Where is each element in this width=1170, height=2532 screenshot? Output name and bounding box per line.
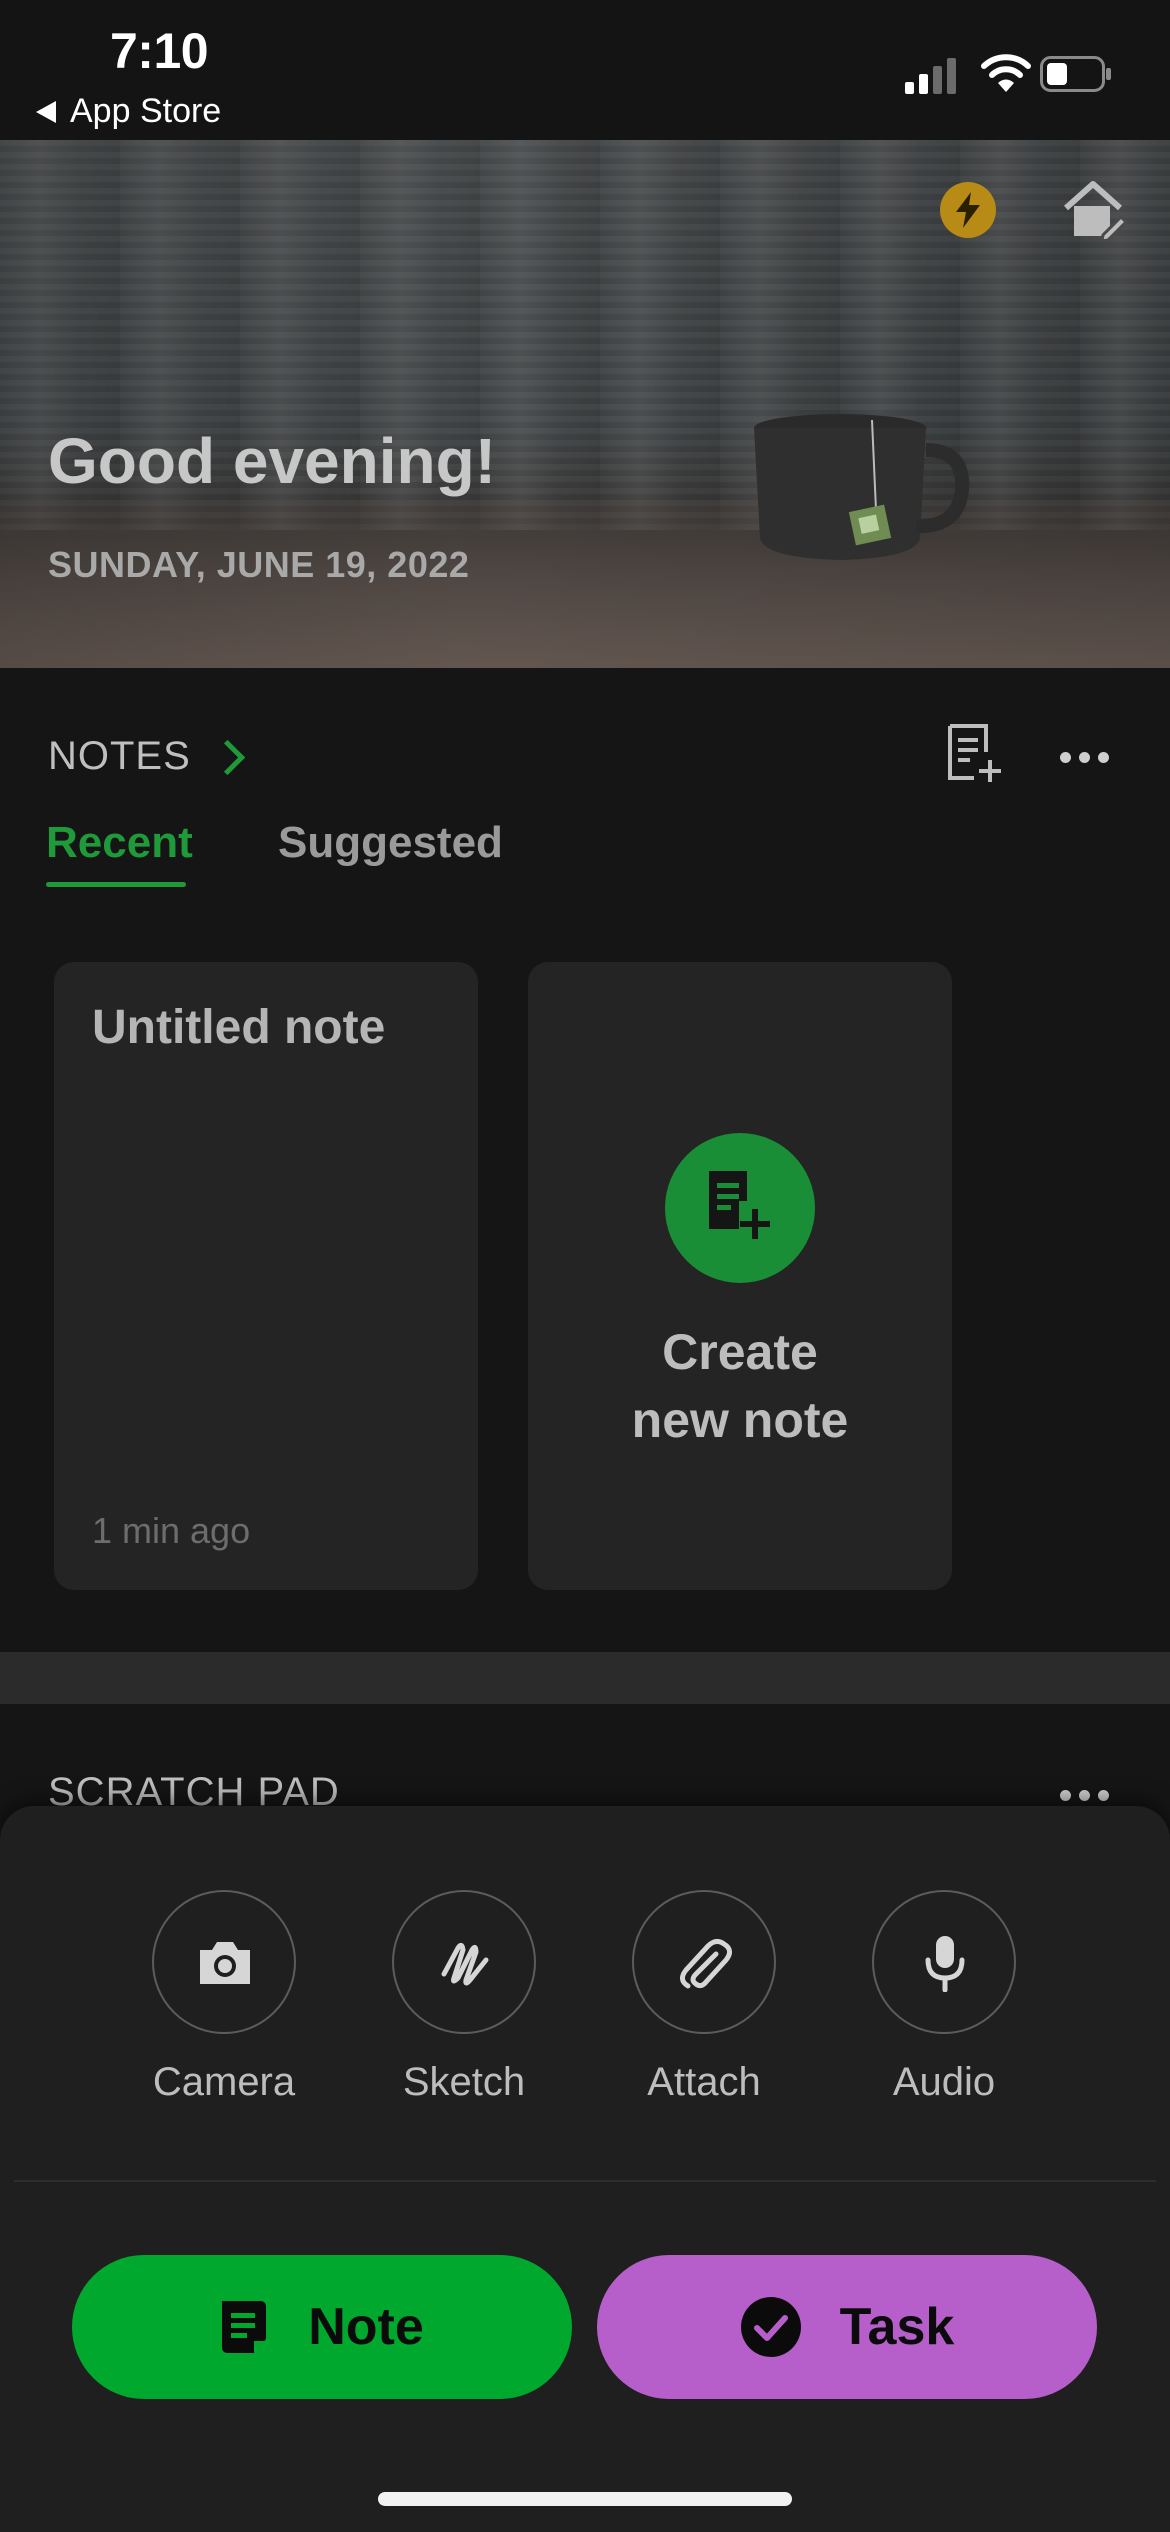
back-label: App Store <box>70 92 222 130</box>
hero-banner <box>0 140 1170 668</box>
create-note-label: Create new note <box>631 1324 849 1448</box>
chevron-right-icon <box>209 739 245 776</box>
note-icon <box>222 2301 267 2353</box>
back-to-app-store[interactable]: App Store <box>36 92 221 131</box>
new-task-label: Task <box>839 2298 955 2356</box>
audio-button[interactable] <box>872 1890 1016 2034</box>
tab-suggested[interactable]: Suggested <box>278 818 503 868</box>
upgrade-bolt-icon[interactable] <box>940 182 996 238</box>
attach-label: Attach <box>647 2060 761 2104</box>
scratch-more-icon[interactable] <box>1060 1790 1109 1801</box>
new-note-icon[interactable] <box>944 722 1004 784</box>
sheet-separator <box>14 2180 1156 2182</box>
camera-icon <box>200 1942 250 1984</box>
customize-home-icon[interactable] <box>1060 176 1130 246</box>
microphone-icon <box>925 1936 965 1992</box>
audio-label: Audio <box>892 2060 996 2104</box>
tab-recent[interactable]: Recent <box>46 818 193 868</box>
sketch-label: Sketch <box>402 2060 526 2104</box>
paperclip-icon <box>680 1938 732 1989</box>
note-card-title: Untitled note <box>92 1001 386 1054</box>
notes-more-icon[interactable] <box>1060 752 1109 763</box>
attach-button[interactable] <box>632 1890 776 2034</box>
home-indicator[interactable] <box>378 2492 792 2506</box>
new-note-label: Note <box>308 2298 424 2356</box>
note-card[interactable] <box>54 962 478 1590</box>
mug-image <box>754 414 970 560</box>
tab-active-indicator <box>46 882 186 887</box>
battery-icon <box>1040 56 1111 92</box>
camera-label: Camera <box>152 2060 296 2104</box>
checkmark-circle-icon <box>740 2297 801 2357</box>
new-note-button[interactable]: Note <box>72 2255 572 2399</box>
note-card-time: 1 min ago <box>92 1510 251 1551</box>
sketch-button[interactable] <box>392 1890 536 2034</box>
date-text: SUNDAY, JUNE 19, 2022 <box>48 544 470 585</box>
cellular-signal-icon <box>905 58 956 94</box>
create-note-icon <box>665 1133 815 1283</box>
status-time: 7:10 <box>110 23 209 79</box>
wifi-icon <box>981 54 1031 92</box>
section-divider <box>0 1652 1170 1704</box>
notes-section-header[interactable]: NOTES <box>48 734 245 779</box>
new-task-button[interactable]: Task <box>597 2255 1097 2399</box>
notes-title: NOTES <box>48 734 191 778</box>
back-arrow-icon <box>36 100 56 123</box>
greeting-text: Good evening! <box>48 425 496 497</box>
camera-button[interactable] <box>152 1890 296 2034</box>
sketch-icon <box>441 1942 489 1986</box>
